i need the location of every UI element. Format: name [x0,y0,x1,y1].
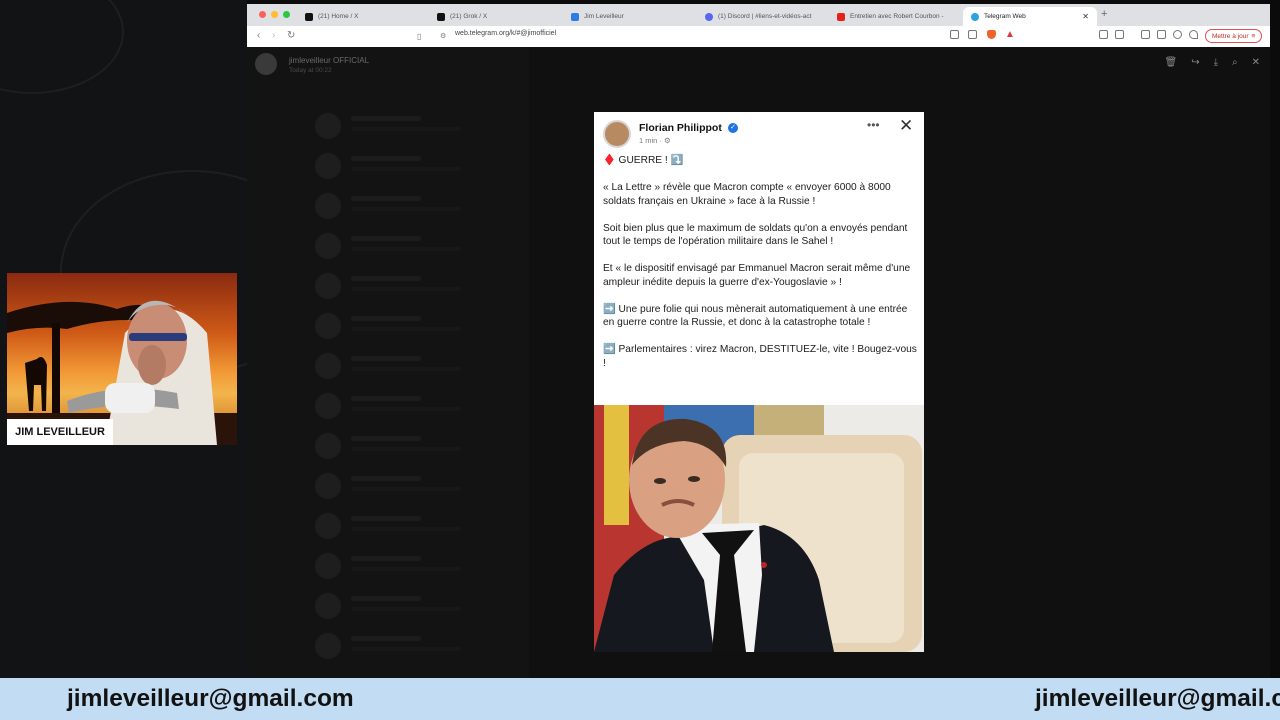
chat-list-item[interactable] [255,547,525,583]
tab-grok-x[interactable]: (21) Grok / X [429,7,559,26]
tab-strip: (21) Home / X (21) Grok / X Jim Leveille… [247,4,1270,26]
post-body: ♦️ GUERRE ! ⤵️ « La Lettre » révèle que … [603,154,917,384]
channel-name[interactable]: jimleveilleur OFFICIAL [289,56,369,65]
tab-title: (1) Discord | #liens-et-vidéos-act [718,13,812,20]
tab-title: Entretien avec Robert Courbon - [850,13,944,20]
discord-icon [705,12,713,21]
zoom-icon[interactable]: ⌕ [1232,57,1238,68]
update-button[interactable]: Mettre à jour ≡ [1205,29,1263,43]
back-icon[interactable]: ‹ [257,30,260,41]
vpn-icon[interactable] [1189,30,1198,39]
forward-icon[interactable]: ↪ [1191,57,1199,68]
youtube-icon [837,12,845,21]
bookmark-icon[interactable]: ▯ [417,32,421,41]
author-avatar [603,120,631,148]
banner-email: jimleveilleur@gmail.com [67,685,354,712]
sidebar-icon[interactable] [1141,30,1150,39]
chat-list-item[interactable] [255,467,525,503]
close-window-button[interactable] [259,11,266,18]
post-paragraph: Soit bien plus que le maximum de soldats… [603,222,908,248]
chat-list-item[interactable] [255,187,525,223]
chat-list-item[interactable] [255,147,525,183]
email-banner: jimleveilleur@gmail.com jimleveilleur@gm… [0,678,1280,720]
message-time: Today at 00:22 [289,67,332,74]
reader-icon[interactable] [1115,30,1124,39]
chat-list-item[interactable] [255,227,525,263]
post-paragraph: ➡️ Parlementaires : virez Macron, DESTIT… [603,344,917,369]
more-options-icon: ••• [867,118,880,132]
chat-list [247,47,529,678]
chat-list-item[interactable] [255,347,525,383]
zoom-window-button[interactable] [283,11,290,18]
chat-list-item[interactable] [255,587,525,623]
close-tab-icon[interactable]: ✕ [1082,12,1089,21]
forward-icon[interactable]: › [272,30,275,41]
close-icon[interactable]: ✕ [1252,57,1260,68]
tab-title: (21) Home / X [318,13,359,20]
browser-toolbar: ‹ › ↻ ▯ ⚙ web.telegram.org/k/#@jimoffici… [247,26,1270,48]
channel-avatar[interactable] [255,53,277,75]
post-paragraph: ♦️ GUERRE ! ⤵️ [603,155,684,166]
rewards-icon[interactable]: ▲ [1005,29,1015,40]
portrait-photo [594,405,922,652]
banner-email-scrolling: jimleveilleur@gmail.com [1035,685,1280,712]
brave-shield-icon[interactable] [987,30,996,39]
tab-title: Telegram Web [984,13,1026,20]
x-icon [305,12,313,21]
post-time: 1 min · ⚙ [639,136,671,145]
update-label: Mettre à jour [1212,32,1249,40]
page-icon [571,12,579,21]
post-paragraph: ➡️ Une pure folie qui nous mènerait auto… [603,303,908,329]
tab-home-x[interactable]: (21) Home / X [297,7,427,26]
new-tab-button[interactable]: + [1101,8,1107,20]
tab-search-icon[interactable] [1157,30,1166,39]
tab-telegram-web[interactable]: Telegram Web ✕ [963,7,1097,26]
verified-badge-icon: ✓ [728,123,738,133]
webcam-name-label: JIM LEVEILLEUR [7,419,113,445]
tab-discord[interactable]: (1) Discord | #liens-et-vidéos-act [697,7,827,26]
chat-list-item[interactable] [255,507,525,543]
post-screenshot: Florian Philippot ✓ 1 min · ⚙ ••• ✕ ♦️ G… [594,112,924,652]
chat-list-item[interactable] [255,427,525,463]
chat-list-item[interactable] [255,387,525,423]
site-settings-icon[interactable]: ⚙ [440,32,446,40]
wallet-icon[interactable] [1173,30,1182,39]
share-icon[interactable] [968,30,977,39]
reload-icon[interactable]: ↻ [287,30,295,41]
chat-list-item[interactable] [255,267,525,303]
address-bar[interactable]: web.telegram.org/k/#@jimofficiel [455,30,556,37]
minimize-window-button[interactable] [271,11,278,18]
post-author: Florian Philippot [639,122,722,134]
chat-list-item[interactable] [255,307,525,343]
delete-icon[interactable]: 🗑 [1164,57,1177,68]
post-paragraph: « La Lettre » révèle que Macron compte «… [603,182,891,207]
close-post-icon: ✕ [899,116,914,135]
tab-title: (21) Grok / X [450,13,488,20]
chat-list-item[interactable] [255,627,525,663]
chat-list-item[interactable] [255,107,525,143]
window-controls [259,11,290,18]
menu-icon: ≡ [1251,32,1256,40]
tab-jim-leveilleur[interactable]: Jim Leveilleur [563,7,693,26]
telegram-icon [971,12,979,21]
media-viewer-actions: 🗑 ↪ ⤓ ⌕ ✕ [1164,57,1260,68]
post-photo [594,405,924,652]
x-icon [437,12,445,21]
tab-youtube[interactable]: Entretien avec Robert Courbon - [829,7,961,26]
cast-icon[interactable] [950,30,959,39]
download-icon[interactable]: ⤓ [1214,57,1218,68]
tab-title: Jim Leveilleur [584,13,624,20]
backdrop-swirl [0,0,124,94]
post-paragraph: Et « le dispositif envisagé par Emmanuel… [603,263,911,288]
extensions-icon[interactable] [1099,30,1108,39]
